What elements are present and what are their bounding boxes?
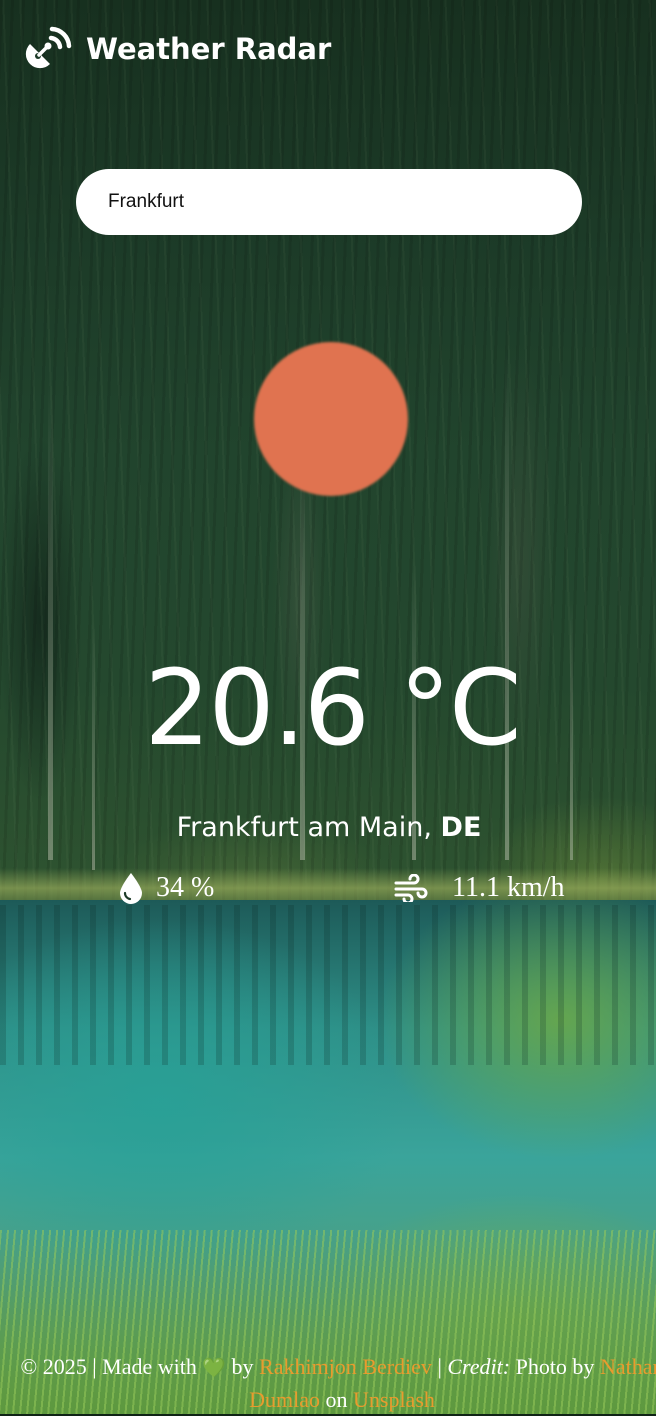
footer-on: on [325,1387,348,1412]
app-header: Weather Radar [24,24,331,74]
footer-by: by [231,1354,254,1379]
humidity-value: 34 % [156,872,215,903]
photo-by-text: Photo by [515,1354,595,1379]
unsplash-link[interactable]: Unsplash [353,1387,435,1412]
temperature-value: 20.6 °C [144,647,521,769]
credit-label: Credit: [447,1354,511,1379]
footer-copyright: © 2025 | Made with [20,1354,197,1379]
wind-value: 11.1 km/h [452,872,565,903]
location: Frankfurt am Main, DE [0,808,656,848]
city-search-input[interactable] [76,169,582,235]
wind-icon [394,874,428,902]
satellite-dish-icon [25,26,72,69]
footer-separator: | [437,1354,442,1379]
water-drop-icon [120,873,142,904]
app-title: Weather Radar [86,32,332,66]
country-code: DE [440,812,482,843]
sun-icon [254,342,408,496]
heart-icon: 💚 [202,1357,227,1379]
humidity-stat: 34 % [118,868,214,908]
footer: © 2025 | Made with 💚 by Rakhimjon Berdie… [0,1351,656,1416]
author-link[interactable]: Rakhimjon Berdiev [259,1354,432,1379]
wind-stat: 11.1 km/h [394,868,565,908]
city-name: Frankfurt am Main, [176,812,432,843]
